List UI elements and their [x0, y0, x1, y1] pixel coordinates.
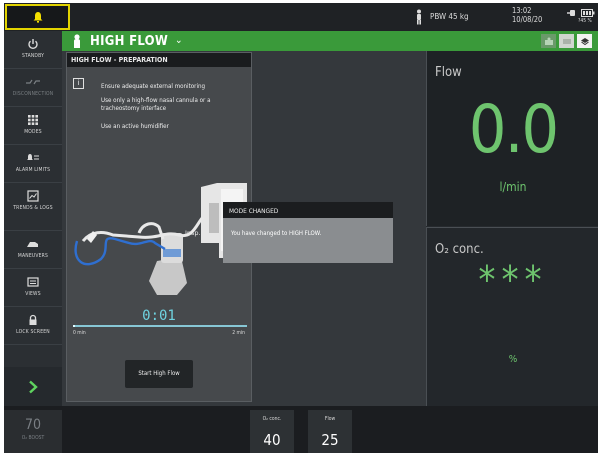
sidebar-item-alarm-limits[interactable]: ALARM LIMITS [4, 145, 62, 183]
instruction-3: Use an active humidifier [101, 123, 169, 130]
sidebar-item-disconnection[interactable]: DISCONNECTION [4, 69, 62, 107]
maneuvers-icon [27, 242, 38, 247]
preparation-title: HIGH FLOW - PREPARATION [67, 53, 251, 67]
setting-flow[interactable]: Flow 25 [308, 410, 352, 453]
power-icon [28, 39, 38, 50]
preparation-timer: 0:01 [142, 308, 176, 324]
o2-unit: % [508, 354, 518, 365]
mode-header: HIGH FLOW ⌄ [62, 31, 598, 51]
flow-value: 0.0 [468, 91, 559, 168]
sidebar-item-label: MODES [24, 129, 42, 135]
clock: 13:02 10/08/20 [512, 6, 542, 24]
progress-start-label: 0 min [73, 330, 86, 336]
chevron-down-icon[interactable]: ⌄ [175, 35, 183, 46]
progress-end-label: 2 min [232, 330, 245, 336]
setting-o2-conc[interactable]: O₂ conc. 40 [250, 410, 294, 453]
mode-changed-dialog[interactable]: MODE CHANGED You have changed to HIGH FL… [223, 202, 393, 263]
person-view-icon [544, 37, 553, 45]
patient-icon [74, 34, 80, 48]
screen-view-icon [562, 38, 571, 44]
chevron-right-icon [29, 380, 38, 393]
lock-icon [29, 314, 37, 325]
sidebar-item-label: MANEUVERS [17, 253, 49, 259]
o2-boost-button[interactable]: 70 O₂ BOOST [4, 410, 62, 453]
preparation-progress-fill [73, 325, 75, 327]
bell-icon [33, 12, 42, 23]
sidebar-item-lock-screen[interactable]: LOCK SCREEN [4, 307, 62, 345]
view-button-2[interactable] [559, 34, 574, 48]
alarm-limits-icon [27, 154, 39, 160]
sidebar-item-label: ALARM LIMITS [15, 167, 51, 173]
o2-label: O₂ conc. [435, 242, 484, 257]
plug-icon [567, 10, 575, 16]
dialog-title: MODE CHANGED [223, 202, 393, 218]
battery-icon [581, 9, 595, 17]
sidebar-item-trends-logs[interactable]: TRENDS & LOGS [4, 183, 62, 231]
setting-label: Flow [324, 416, 336, 422]
sidebar-item-modes[interactable]: MODES [4, 107, 62, 145]
view-selector [541, 34, 592, 48]
ventilator-screen: PBW 45 kg 13:02 10/08/20 ?45 % STANDBY D… [4, 3, 598, 453]
instruction-2: Use only a high-flow nasal cannula or a … [101, 97, 211, 112]
setting-value: 40 [263, 431, 281, 449]
o2-boost-label: O₂ BOOST [21, 435, 45, 441]
info-icon: i [73, 78, 84, 89]
o2-boost-value: 70 [24, 417, 42, 433]
alarm-button[interactable] [5, 4, 70, 30]
preparation-progress [73, 325, 247, 327]
sidebar: STANDBY DISCONNECTION MODES ALARM LIMITS [4, 31, 62, 406]
sidebar-item-label: LOCK SCREEN [16, 329, 50, 335]
sidebar-item-label: STANDBY [21, 53, 45, 59]
person-icon [417, 9, 421, 25]
sidebar-item-label: DISCONNECTION [12, 91, 54, 97]
disconnection-icon [26, 79, 40, 85]
trends-icon [27, 190, 39, 202]
bottom-settings-bar: 70 O₂ BOOST O₂ conc. 40 Flow 25 [4, 406, 598, 453]
setting-label: O₂ conc. [262, 416, 282, 422]
o2-measurement-panel[interactable]: O₂ conc. *** % [426, 227, 598, 406]
sidebar-item-standby[interactable]: STANDBY [4, 31, 62, 69]
battery-percent: ?45 % [578, 18, 592, 24]
pbw-label: PBW 45 kg [430, 12, 469, 21]
flow-measurement-panel[interactable]: Flow 0.0 l/min [426, 51, 598, 226]
o2-value: *** [478, 258, 548, 302]
flow-unit: l/min [499, 180, 527, 194]
time-label: 13:02 [512, 6, 532, 15]
flow-label: Flow [435, 65, 462, 80]
setting-value: 25 [321, 431, 339, 449]
mode-title[interactable]: HIGH FLOW [90, 34, 168, 49]
view-button-1[interactable] [541, 34, 556, 48]
dialog-message: You have changed to HIGH FLOW. [231, 230, 322, 237]
sidebar-item-label: TRENDS & LOGS [13, 205, 53, 211]
instruction-1: Ensure adequate external monitoring [101, 83, 206, 90]
sidebar-item-label: VIEWS [25, 291, 41, 297]
start-high-flow-button[interactable]: Start High Flow [125, 360, 193, 388]
grid-icon [28, 115, 38, 125]
views-icon [27, 277, 39, 287]
sidebar-item-views[interactable]: VIEWS [4, 269, 62, 307]
system-status: ?45 % [567, 9, 595, 24]
date-label: 10/08/20 [512, 15, 543, 24]
view-button-3[interactable] [577, 34, 592, 48]
layers-view-icon [580, 37, 589, 45]
top-status-bar: PBW 45 kg 13:02 10/08/20 ?45 % [4, 3, 598, 31]
inspiration-label: Insp. [185, 229, 201, 237]
sidebar-next-button[interactable] [4, 367, 62, 406]
sidebar-item-maneuvers[interactable]: MANEUVERS [4, 231, 62, 269]
